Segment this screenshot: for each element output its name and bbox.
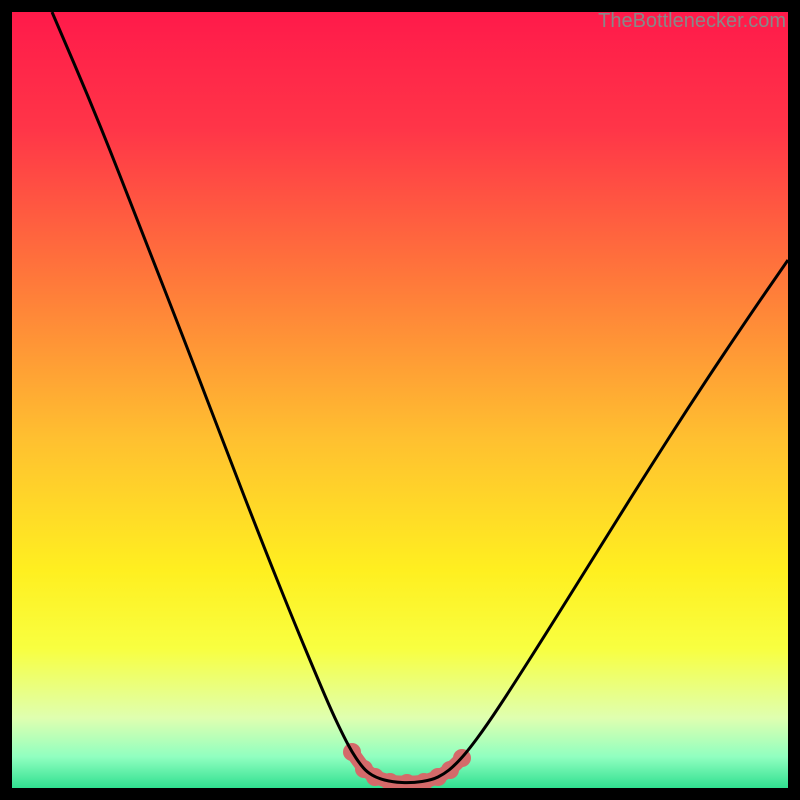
chart-area: TheBottlenecker.com [12, 12, 788, 788]
main-curve [52, 12, 788, 783]
attribution-label: TheBottlenecker.com [598, 10, 786, 33]
curve-overlay [12, 12, 788, 788]
